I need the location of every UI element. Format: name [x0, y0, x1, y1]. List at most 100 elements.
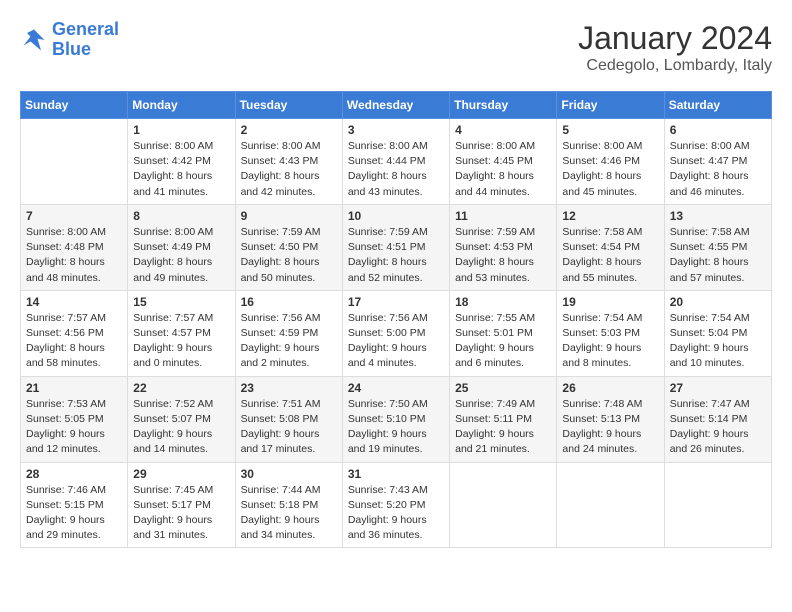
calendar-cell: 5 Sunrise: 8:00 AMSunset: 4:46 PMDaylight… [557, 119, 664, 205]
day-number: 5 [562, 123, 658, 137]
calendar-cell: 15Sunrise: 7:57 AMSunset: 4:57 PMDayligh… [128, 290, 235, 376]
day-number: 28 [26, 467, 122, 481]
title-block: January 2024 Cedegolo, Lombardy, Italy [578, 20, 772, 75]
calendar-cell: 10 Sunrise: 7:59 AMSunset: 4:51 PMDayligh… [342, 204, 449, 290]
day-info: Sunrise: 8:00 AMSunset: 4:44 PMDaylight:… [348, 139, 444, 200]
calendar-table: SundayMondayTuesdayWednesdayThursdayFrid… [20, 91, 772, 548]
day-info: Sunrise: 7:50 AMSunset: 5:10 PMDaylight:… [348, 397, 444, 458]
day-info: Sunrise: 7:46 AMSunset: 5:15 PMDaylight:… [26, 483, 122, 544]
day-info: Sunrise: 8:00 AMSunset: 4:48 PMDaylight:… [26, 225, 122, 286]
day-info: Sunrise: 7:54 AMSunset: 5:04 PMDaylight:… [670, 311, 766, 372]
calendar-cell: 4Sunrise: 8:00 AMSunset: 4:45 PMDaylight… [450, 119, 557, 205]
calendar-cell: 28 Sunrise: 7:46 AMSunset: 5:15 PMDayligh… [21, 462, 128, 548]
day-number: 30 [241, 467, 337, 481]
calendar-header-row: SundayMondayTuesdayWednesdayThursdayFrid… [21, 92, 772, 119]
calendar-cell: 29 Sunrise: 7:45 AMSunset: 5:17 PMDayligh… [128, 462, 235, 548]
calendar-week-row: 14 Sunrise: 7:57 AMSunset: 4:56 PMDayligh… [21, 290, 772, 376]
day-number: 15 [133, 295, 229, 309]
weekday-header: Sunday [21, 92, 128, 119]
calendar-cell: 25 Sunrise: 7:49 AMSunset: 5:11 PMDayligh… [450, 376, 557, 462]
day-info: Sunrise: 8:00 AMSunset: 4:43 PMDaylight:… [241, 139, 337, 200]
day-info: Sunrise: 7:59 AMSunset: 4:53 PMDaylight:… [455, 225, 551, 286]
day-number: 10 [348, 209, 444, 223]
day-number: 26 [562, 381, 658, 395]
calendar-cell [557, 462, 664, 548]
calendar-cell: 3Sunrise: 8:00 AMSunset: 4:44 PMDaylight… [342, 119, 449, 205]
day-info: Sunrise: 7:56 AMSunset: 5:00 PMDaylight:… [348, 311, 444, 372]
day-number: 25 [455, 381, 551, 395]
calendar-cell: 7 Sunrise: 8:00 AMSunset: 4:48 PMDaylight… [21, 204, 128, 290]
day-info: Sunrise: 8:00 AMSunset: 4:49 PMDaylight:… [133, 225, 229, 286]
day-number: 1 [133, 123, 229, 137]
day-number: 9 [241, 209, 337, 223]
calendar-cell [21, 119, 128, 205]
day-info: Sunrise: 7:43 AMSunset: 5:20 PMDaylight:… [348, 483, 444, 544]
logo-icon [20, 26, 48, 54]
day-number: 11 [455, 209, 551, 223]
day-info: Sunrise: 7:44 AMSunset: 5:18 PMDaylight:… [241, 483, 337, 544]
weekday-header: Monday [128, 92, 235, 119]
logo: General Blue [20, 20, 119, 60]
day-number: 21 [26, 381, 122, 395]
calendar-cell: 18 Sunrise: 7:55 AMSunset: 5:01 PMDayligh… [450, 290, 557, 376]
calendar-cell: 21 Sunrise: 7:53 AMSunset: 5:05 PMDayligh… [21, 376, 128, 462]
day-number: 27 [670, 381, 766, 395]
calendar-cell: 12Sunrise: 7:58 AMSunset: 4:54 PMDayligh… [557, 204, 664, 290]
weekday-header: Tuesday [235, 92, 342, 119]
day-number: 6 [670, 123, 766, 137]
calendar-cell: 8 Sunrise: 8:00 AMSunset: 4:49 PMDaylight… [128, 204, 235, 290]
day-number: 22 [133, 381, 229, 395]
day-number: 16 [241, 295, 337, 309]
location: Cedegolo, Lombardy, Italy [578, 57, 772, 75]
day-number: 23 [241, 381, 337, 395]
day-number: 18 [455, 295, 551, 309]
calendar-week-row: 7 Sunrise: 8:00 AMSunset: 4:48 PMDaylight… [21, 204, 772, 290]
calendar-cell: 31 Sunrise: 7:43 AMSunset: 5:20 PMDayligh… [342, 462, 449, 548]
calendar-cell: 19 Sunrise: 7:54 AMSunset: 5:03 PMDayligh… [557, 290, 664, 376]
day-number: 31 [348, 467, 444, 481]
logo-text: General Blue [52, 20, 119, 60]
day-info: Sunrise: 7:57 AMSunset: 4:56 PMDaylight:… [26, 311, 122, 372]
day-info: Sunrise: 7:59 AMSunset: 4:51 PMDaylight:… [348, 225, 444, 286]
calendar-cell [664, 462, 771, 548]
calendar-cell: 11 Sunrise: 7:59 AMSunset: 4:53 PMDayligh… [450, 204, 557, 290]
day-info: Sunrise: 8:00 AMSunset: 4:42 PMDaylight:… [133, 139, 229, 200]
day-number: 17 [348, 295, 444, 309]
weekday-header: Friday [557, 92, 664, 119]
day-info: Sunrise: 7:45 AMSunset: 5:17 PMDaylight:… [133, 483, 229, 544]
day-number: 13 [670, 209, 766, 223]
day-number: 4 [455, 123, 551, 137]
calendar-week-row: 1 Sunrise: 8:00 AMSunset: 4:42 PMDaylight… [21, 119, 772, 205]
calendar-cell: 24Sunrise: 7:50 AMSunset: 5:10 PMDayligh… [342, 376, 449, 462]
calendar-cell: 2Sunrise: 8:00 AMSunset: 4:43 PMDaylight… [235, 119, 342, 205]
calendar-cell: 30 Sunrise: 7:44 AMSunset: 5:18 PMDayligh… [235, 462, 342, 548]
day-info: Sunrise: 7:56 AMSunset: 4:59 PMDaylight:… [241, 311, 337, 372]
day-info: Sunrise: 7:51 AMSunset: 5:08 PMDaylight:… [241, 397, 337, 458]
day-number: 29 [133, 467, 229, 481]
day-info: Sunrise: 7:54 AMSunset: 5:03 PMDaylight:… [562, 311, 658, 372]
day-info: Sunrise: 8:00 AMSunset: 4:46 PMDaylight:… [562, 139, 658, 200]
weekday-header: Wednesday [342, 92, 449, 119]
day-info: Sunrise: 7:58 AMSunset: 4:54 PMDaylight:… [562, 225, 658, 286]
day-info: Sunrise: 7:53 AMSunset: 5:05 PMDaylight:… [26, 397, 122, 458]
calendar-week-row: 21 Sunrise: 7:53 AMSunset: 5:05 PMDayligh… [21, 376, 772, 462]
day-number: 14 [26, 295, 122, 309]
day-info: Sunrise: 7:59 AMSunset: 4:50 PMDaylight:… [241, 225, 337, 286]
calendar-cell: 14 Sunrise: 7:57 AMSunset: 4:56 PMDayligh… [21, 290, 128, 376]
day-info: Sunrise: 7:47 AMSunset: 5:14 PMDaylight:… [670, 397, 766, 458]
calendar-cell: 1 Sunrise: 8:00 AMSunset: 4:42 PMDaylight… [128, 119, 235, 205]
calendar-cell [450, 462, 557, 548]
day-info: Sunrise: 7:49 AMSunset: 5:11 PMDaylight:… [455, 397, 551, 458]
calendar-cell: 22Sunrise: 7:52 AMSunset: 5:07 PMDayligh… [128, 376, 235, 462]
day-number: 8 [133, 209, 229, 223]
day-number: 19 [562, 295, 658, 309]
calendar-cell: 27 Sunrise: 7:47 AMSunset: 5:14 PMDayligh… [664, 376, 771, 462]
calendar-cell: 26Sunrise: 7:48 AMSunset: 5:13 PMDayligh… [557, 376, 664, 462]
day-info: Sunrise: 8:00 AMSunset: 4:47 PMDaylight:… [670, 139, 766, 200]
page-header: General Blue January 2024 Cedegolo, Lomb… [20, 20, 772, 75]
weekday-header: Thursday [450, 92, 557, 119]
calendar-cell: 13Sunrise: 7:58 AMSunset: 4:55 PMDayligh… [664, 204, 771, 290]
month-title: January 2024 [578, 20, 772, 57]
day-info: Sunrise: 7:55 AMSunset: 5:01 PMDaylight:… [455, 311, 551, 372]
day-number: 7 [26, 209, 122, 223]
